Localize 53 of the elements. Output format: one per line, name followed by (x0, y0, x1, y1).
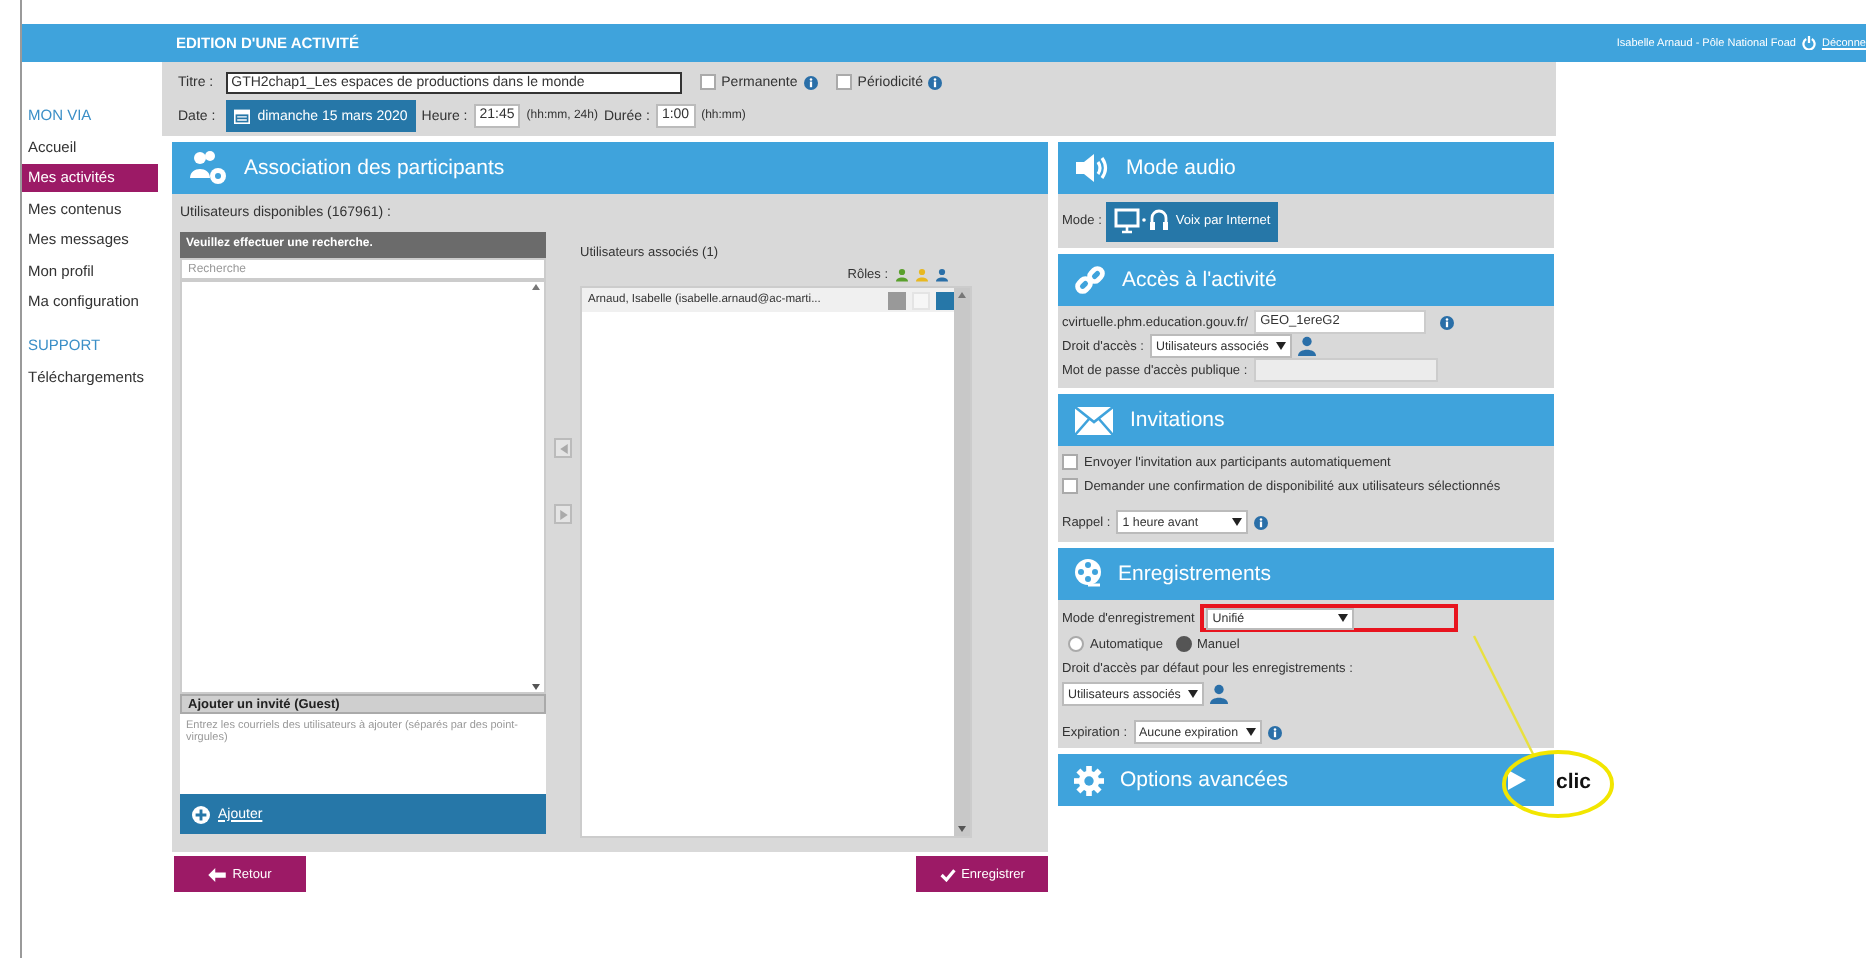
caret-icon (1338, 614, 1349, 622)
section-title: Options avancées (1120, 768, 1289, 792)
expand-arrow-icon[interactable] (1508, 770, 1526, 790)
logout-icon[interactable] (1801, 36, 1816, 50)
section-title: Invitations (1130, 408, 1225, 432)
section-title: Accès à l'activité (1122, 268, 1277, 292)
person-icon[interactable] (936, 267, 948, 281)
role-toggle[interactable] (936, 291, 954, 309)
person-icon[interactable] (896, 267, 908, 281)
caret-icon (1246, 728, 1257, 736)
scrollbar[interactable] (954, 288, 970, 836)
person-icon[interactable] (1210, 684, 1229, 704)
checkbox[interactable] (1062, 454, 1078, 470)
film-reel-icon (1074, 558, 1102, 590)
scroll-arrow-icon[interactable] (531, 284, 539, 290)
panel-title: Association des participants (244, 156, 505, 180)
arrow-icon (559, 509, 567, 519)
leader-line (1472, 635, 1536, 757)
move-button[interactable] (554, 438, 572, 458)
radio-button[interactable] (1068, 636, 1084, 652)
info-icon[interactable] (1440, 315, 1455, 329)
left-arrow-icon (208, 867, 227, 881)
scroll-arrow-icon[interactable] (531, 684, 539, 690)
caret-icon (1188, 690, 1199, 698)
checkbox[interactable] (835, 74, 852, 90)
info-icon[interactable] (1254, 515, 1269, 529)
check-icon (939, 867, 956, 881)
highlight-ellipse (1502, 750, 1614, 818)
link-icon (1074, 264, 1106, 296)
person-icon[interactable] (1298, 336, 1317, 356)
move-button[interactable] (554, 504, 572, 524)
section-title: Mode audio (1126, 156, 1236, 180)
monitor-headset-icon (1113, 208, 1170, 234)
arrow-icon (559, 443, 567, 453)
calendar-icon (233, 108, 250, 124)
annotation-label: clic (1556, 770, 1592, 794)
checkbox[interactable] (699, 74, 716, 90)
radio-button[interactable] (1175, 636, 1191, 652)
info-icon[interactable] (928, 75, 943, 89)
settings-icon (1074, 765, 1104, 795)
section-title: Enregistrements (1118, 562, 1271, 586)
checkbox[interactable] (1062, 478, 1078, 494)
info-icon[interactable] (1268, 725, 1283, 739)
role-toggle[interactable] (888, 291, 906, 309)
password-field[interactable] (1253, 358, 1438, 382)
caret-icon (1276, 342, 1287, 350)
users-gear-icon (188, 150, 228, 186)
scroll-arrow-icon[interactable] (958, 826, 966, 832)
info-icon[interactable] (803, 75, 818, 89)
caret-icon (1232, 518, 1243, 526)
plus-circle-icon (192, 805, 210, 823)
envelope-icon (1074, 405, 1114, 435)
speaker-icon (1074, 152, 1110, 184)
